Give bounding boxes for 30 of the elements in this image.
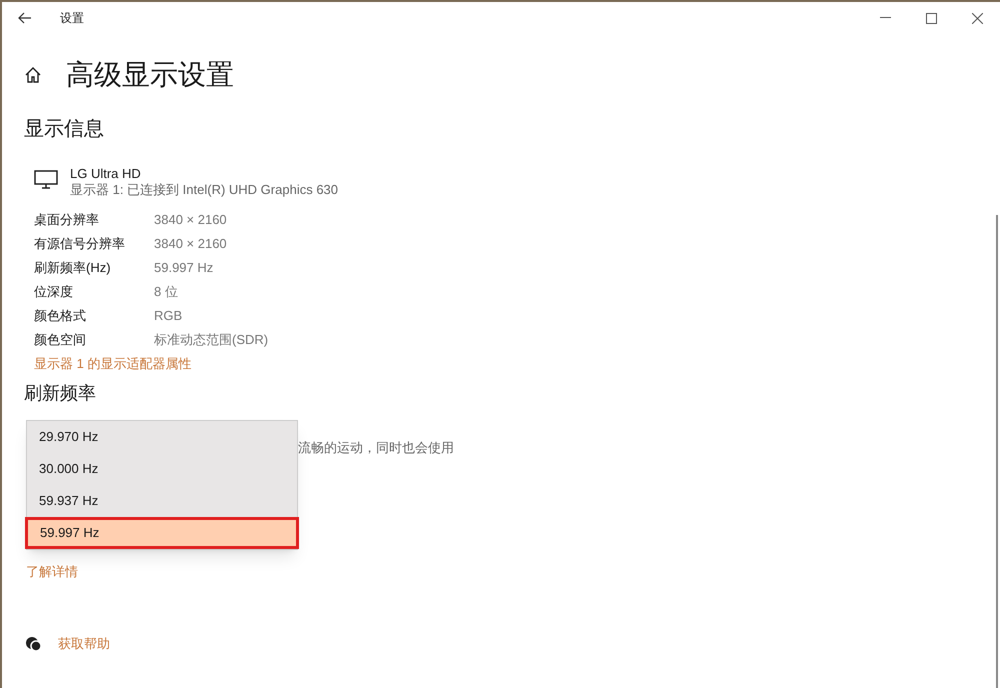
dropdown-option[interactable]: 30.000 Hz — [27, 453, 297, 485]
home-icon[interactable] — [24, 66, 42, 84]
info-value: 标准动态范围(SDR) — [154, 331, 268, 350]
info-label: 颜色空间 — [34, 331, 87, 350]
info-value: 3840 × 2160 — [154, 235, 227, 254]
minimize-icon — [880, 17, 890, 19]
dropdown-option[interactable]: 29.970 Hz — [27, 421, 297, 453]
info-value: 8 位 — [154, 283, 178, 302]
dropdown-option[interactable]: 59.997 Hz — [25, 517, 299, 549]
close-icon — [972, 12, 982, 24]
section-heading: 刷新频率 — [24, 382, 97, 404]
window-title: 设置 — [60, 10, 84, 27]
refresh-description: 流畅的运动，同时也会使用 — [298, 439, 454, 457]
section-heading: 显示信息 — [24, 117, 105, 142]
info-label: 刷新频率(Hz) — [34, 259, 112, 278]
info-label: 位深度 — [34, 283, 74, 302]
monitor-name: LG Ultra HD — [70, 166, 142, 182]
monitor-detail: 显示器 1: 已连接到 Intel(R) UHD Graphics 630 — [70, 182, 338, 198]
info-label: 桌面分辨率 — [34, 211, 100, 230]
info-label: 颜色格式 — [34, 307, 87, 326]
info-value: 3840 × 2160 — [154, 211, 227, 230]
info-label: 有源信号分辨率 — [34, 235, 126, 254]
dropdown-option[interactable]: 59.937 Hz — [27, 485, 297, 517]
page-title: 高级显示设置 — [66, 58, 234, 92]
maximize-icon — [926, 12, 936, 24]
info-value: RGB — [154, 307, 182, 326]
info-value: 59.997 Hz — [154, 259, 214, 278]
monitor-icon — [34, 170, 58, 190]
scrollbar[interactable] — [996, 215, 998, 688]
back-arrow-icon — [18, 12, 32, 24]
